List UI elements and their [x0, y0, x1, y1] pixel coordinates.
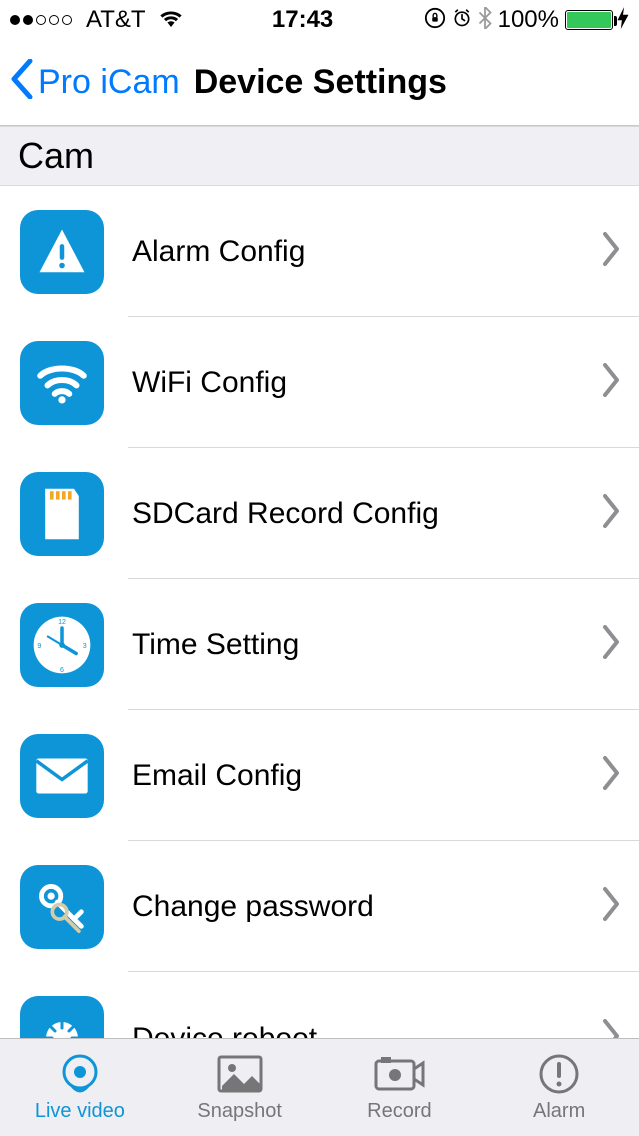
svg-text:3: 3 [83, 641, 87, 649]
row-label: Email Config [132, 759, 601, 793]
snapshot-icon [216, 1052, 264, 1096]
charging-bolt-icon [617, 7, 629, 34]
row-time-setting[interactable]: 12 3 6 9 Time Setting [0, 579, 639, 710]
tab-bar: Live video Snapshot Record Alarm [0, 1038, 639, 1136]
wifi-icon [20, 341, 104, 425]
chevron-right-icon [601, 887, 621, 926]
svg-text:9: 9 [37, 641, 41, 649]
battery-icon [565, 10, 613, 30]
row-label: WiFi Config [132, 366, 601, 400]
clock-icon: 12 3 6 9 [20, 603, 104, 687]
tab-label: Live video [35, 1100, 125, 1123]
row-change-password[interactable]: Change password [0, 841, 639, 972]
section-header-cam: Cam [0, 126, 639, 186]
signal-dots-icon [10, 15, 72, 25]
back-chevron-icon[interactable] [10, 59, 34, 107]
tab-label: Snapshot [197, 1100, 282, 1123]
alert-icon [20, 210, 104, 294]
row-label: SDCard Record Config [132, 497, 601, 531]
wifi-icon [160, 6, 182, 34]
carrier-label: AT&T [80, 6, 152, 34]
mail-icon [20, 734, 104, 818]
battery-percentage-label: 100% [498, 6, 559, 34]
row-alarm-config[interactable]: Alarm Config [0, 186, 639, 317]
row-label: Alarm Config [132, 235, 601, 269]
tab-alarm[interactable]: Alarm [479, 1039, 639, 1136]
bluetooth-icon [478, 7, 492, 34]
tab-label: Record [367, 1100, 431, 1123]
row-email-config[interactable]: Email Config [0, 710, 639, 841]
tab-snapshot[interactable]: Snapshot [160, 1039, 320, 1136]
row-label: Time Setting [132, 628, 601, 662]
chevron-right-icon [601, 494, 621, 533]
chevron-right-icon [601, 363, 621, 402]
status-left: AT&T [10, 6, 182, 34]
rotation-lock-icon [424, 7, 446, 34]
row-label: Change password [132, 890, 601, 924]
key-icon [20, 865, 104, 949]
alarm-clock-icon [452, 8, 472, 33]
back-button[interactable]: Pro iCam [38, 63, 180, 102]
alarm-icon [537, 1052, 581, 1096]
sdcard-icon [20, 472, 104, 556]
row-wifi-config[interactable]: WiFi Config [0, 317, 639, 448]
live-video-icon [58, 1052, 102, 1096]
tab-label: Alarm [533, 1100, 585, 1123]
chevron-right-icon [601, 756, 621, 795]
tab-record[interactable]: Record [320, 1039, 480, 1136]
status-bar: AT&T 17:43 100% [0, 0, 639, 40]
status-right: 100% [424, 6, 629, 34]
page-title: Device Settings [194, 63, 447, 102]
clock-label: 17:43 [272, 6, 333, 34]
chevron-right-icon [601, 232, 621, 271]
chevron-right-icon [601, 625, 621, 664]
tab-live-video[interactable]: Live video [0, 1039, 160, 1136]
settings-list: Alarm Config WiFi Config SDCard Record C… [0, 186, 639, 1052]
svg-text:6: 6 [60, 665, 64, 673]
nav-bar: Pro iCam Device Settings [0, 40, 639, 126]
row-sdcard-record-config[interactable]: SDCard Record Config [0, 448, 639, 579]
record-icon [373, 1052, 425, 1096]
svg-text:12: 12 [58, 617, 66, 625]
